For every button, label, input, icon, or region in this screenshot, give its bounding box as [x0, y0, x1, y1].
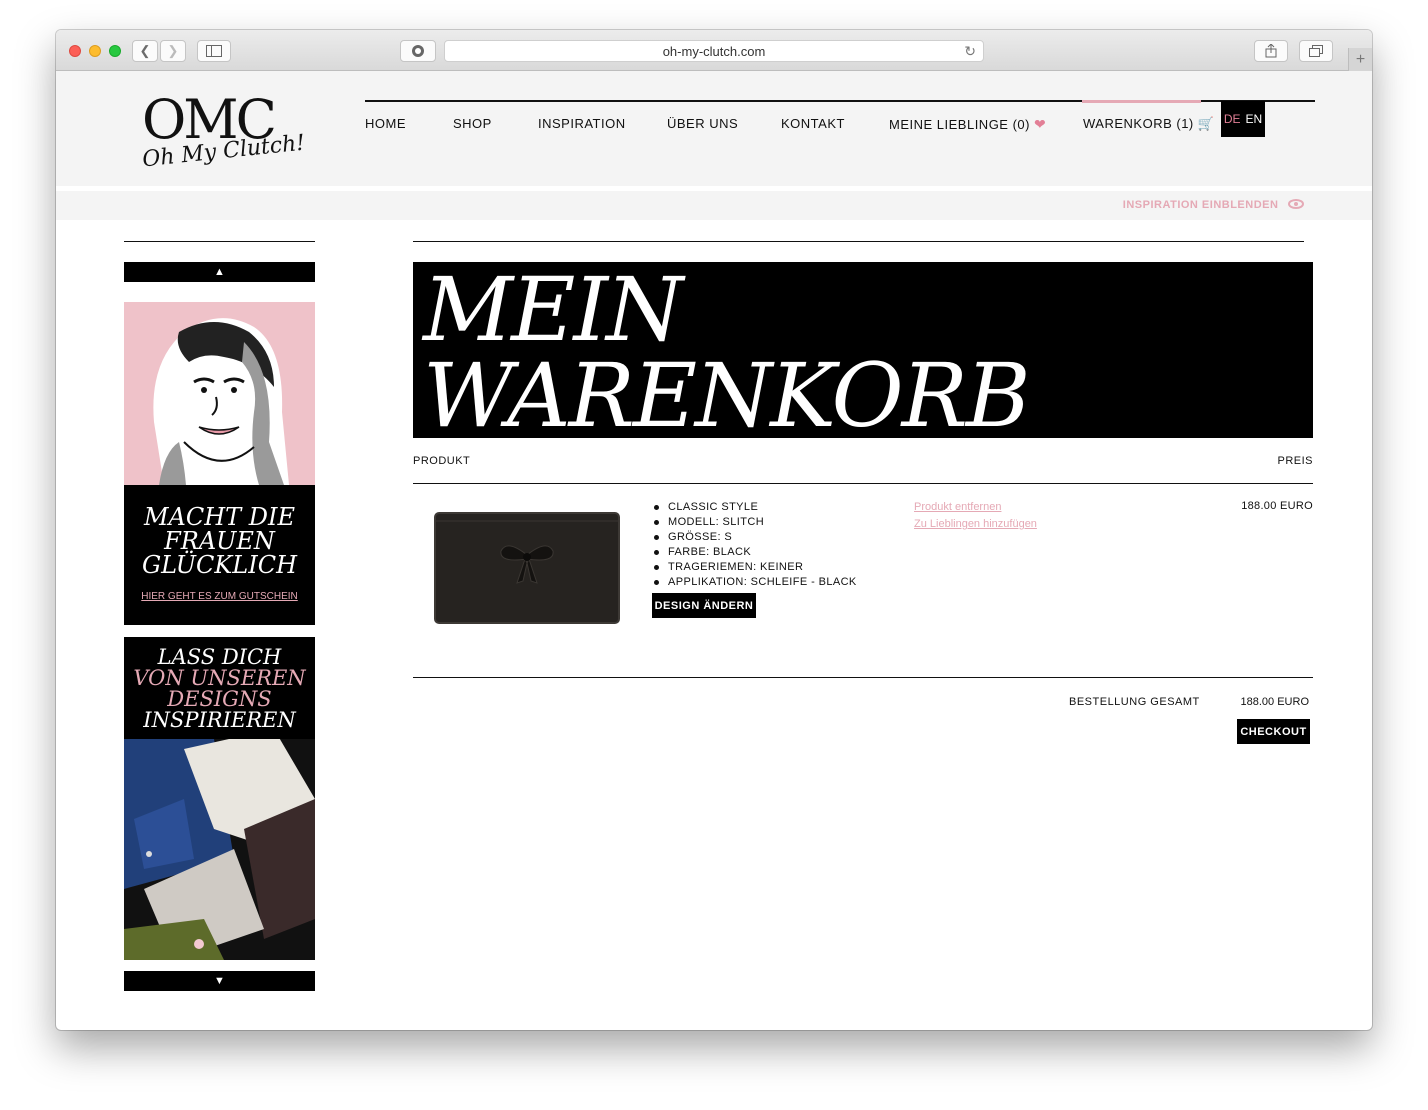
main-navigation: HOME SHOP INSPIRATION ÜBER UNS KONTAKT M…	[365, 100, 1315, 136]
heart-icon: ❤	[1033, 116, 1047, 132]
share-button[interactable]	[1254, 40, 1288, 62]
inspiration-toggle[interactable]: INSPIRATION EINBLENDEN	[1123, 199, 1304, 211]
active-nav-indicator	[1082, 100, 1201, 103]
page-title-line1: MEIN	[423, 262, 683, 361]
eye-icon	[1288, 199, 1304, 209]
triangle-up-icon: ▲	[214, 266, 225, 278]
tabs-icon	[1309, 45, 1323, 57]
checkout-button[interactable]: CHECKOUT	[1237, 719, 1310, 744]
spec-model: MODELL: SLITCH	[653, 515, 857, 530]
inspiration-toggle-label: INSPIRATION EINBLENDEN	[1122, 199, 1279, 211]
cart-icon: 🛒	[1197, 116, 1215, 131]
page-title-line2: WARENKORB	[423, 344, 1031, 439]
promo2-line4: INSPIRIEREN	[143, 708, 296, 732]
spec-application: APPLIKATION: SCHLEIFE - BLACK	[653, 575, 857, 590]
back-button[interactable]: ❮	[132, 40, 158, 62]
nav-favorites-label: MEINE LIEBLINGE (0)	[889, 117, 1030, 132]
sidebar-scroll-up-button[interactable]: ▲	[124, 262, 315, 282]
product-image[interactable]	[433, 511, 621, 625]
page-title-banner: MEIN WARENKORB	[413, 262, 1313, 438]
minimize-window-button[interactable]	[89, 45, 101, 57]
change-design-button[interactable]: DESIGN ÄNDERN	[652, 593, 756, 618]
promo1-title-line1: MACHT DIE	[143, 503, 296, 531]
spec-size: GRÖSSE: S	[653, 530, 857, 545]
sidebar-divider	[124, 241, 315, 242]
column-header-price: PREIS	[1277, 455, 1313, 467]
order-total-value: 188.00 EURO	[1240, 696, 1309, 708]
nav-cart-label: WARENKORB (1)	[1083, 116, 1194, 131]
sidebar-scroll-down-button[interactable]: ▼	[124, 971, 315, 991]
voucher-link[interactable]: HIER GEHT ES ZUM GUTSCHEIN	[124, 591, 315, 602]
browser-window: ❮ ❯ oh-my-clutch.com ↻ + OMC Oh My Clutc…	[56, 30, 1372, 1030]
triangle-down-icon: ▼	[214, 975, 225, 987]
lang-en[interactable]: EN	[1246, 112, 1263, 126]
nav-favorites[interactable]: MEINE LIEBLINGE (0) ❤	[889, 116, 1046, 133]
voucher-promo[interactable]: MACHT DIE FRAUEN GLÜCKLICH HIER GEHT ES …	[124, 302, 315, 625]
clutch-collage-image	[124, 729, 315, 960]
nav-about[interactable]: ÜBER UNS	[667, 116, 738, 131]
tabs-overview-button[interactable]	[1299, 40, 1333, 62]
add-to-favorites-link[interactable]: Zu Lieblingen hinzufügen	[914, 518, 1037, 530]
product-spec-list: CLASSIC STYLE MODELL: SLITCH GRÖSSE: S F…	[653, 500, 857, 590]
column-header-product: PRODUKT	[413, 455, 471, 467]
chevron-right-icon: ❯	[167, 43, 179, 58]
inspiration-bar: INSPIRATION EINBLENDEN	[56, 191, 1372, 220]
close-window-button[interactable]	[69, 45, 81, 57]
shield-icon	[412, 45, 424, 57]
chevron-left-icon: ❮	[139, 43, 151, 58]
order-total-label: BESTELLUNG GESAMT	[1069, 696, 1200, 708]
nav-inspiration[interactable]: INSPIRATION	[538, 116, 626, 131]
forward-button[interactable]: ❯	[160, 40, 186, 62]
woman-illustration	[124, 302, 315, 485]
promo2-line1: LASS DICH	[157, 645, 282, 669]
nav-home[interactable]: HOME	[365, 116, 406, 131]
spec-strap: TRAGERIEMEN: KEINER	[653, 560, 857, 575]
item-price: 188.00 EURO	[1241, 500, 1313, 512]
nav-cart[interactable]: WARENKORB (1) 🛒	[1083, 116, 1214, 132]
privacy-button[interactable]	[400, 40, 436, 62]
spec-style: CLASSIC STYLE	[653, 500, 857, 515]
share-icon	[1265, 44, 1277, 58]
sidebar-icon	[206, 45, 222, 57]
promo1-title-line2: FRAUEN	[164, 527, 275, 555]
url-text: oh-my-clutch.com	[662, 43, 766, 59]
language-switcher: DE EN	[1221, 101, 1265, 137]
spec-color: FARBE: BLACK	[653, 545, 857, 560]
total-divider	[413, 677, 1313, 678]
nav-shop[interactable]: SHOP	[453, 116, 492, 131]
reload-icon[interactable]: ↻	[964, 43, 976, 60]
address-bar[interactable]: oh-my-clutch.com ↻	[444, 40, 984, 62]
content-divider	[413, 241, 1304, 242]
site-logo[interactable]: OMC Oh My Clutch!	[141, 93, 306, 173]
site-header: OMC Oh My Clutch! HOME SHOP INSPIRATION …	[56, 71, 1372, 186]
plus-icon: +	[1355, 50, 1366, 68]
promo1-title-line3: GLÜCKLICH	[141, 551, 298, 579]
new-tab-button[interactable]: +	[1348, 48, 1372, 71]
remove-product-link[interactable]: Produkt entfernen	[914, 501, 1001, 513]
browser-toolbar: ❮ ❯ oh-my-clutch.com ↻ +	[56, 30, 1372, 71]
sidebar-toggle-button[interactable]	[197, 40, 231, 62]
promo2-line2: VON UNSEREN	[133, 666, 306, 690]
zoom-window-button[interactable]	[109, 45, 121, 57]
nav-contact[interactable]: KONTAKT	[781, 116, 845, 131]
table-header-divider	[413, 483, 1313, 484]
lang-de[interactable]: DE	[1224, 112, 1241, 126]
promo2-line3: DESIGNS	[167, 687, 272, 711]
inspiration-promo[interactable]: LASS DICH VON UNSEREN DESIGNS INSPIRIERE…	[124, 637, 315, 960]
